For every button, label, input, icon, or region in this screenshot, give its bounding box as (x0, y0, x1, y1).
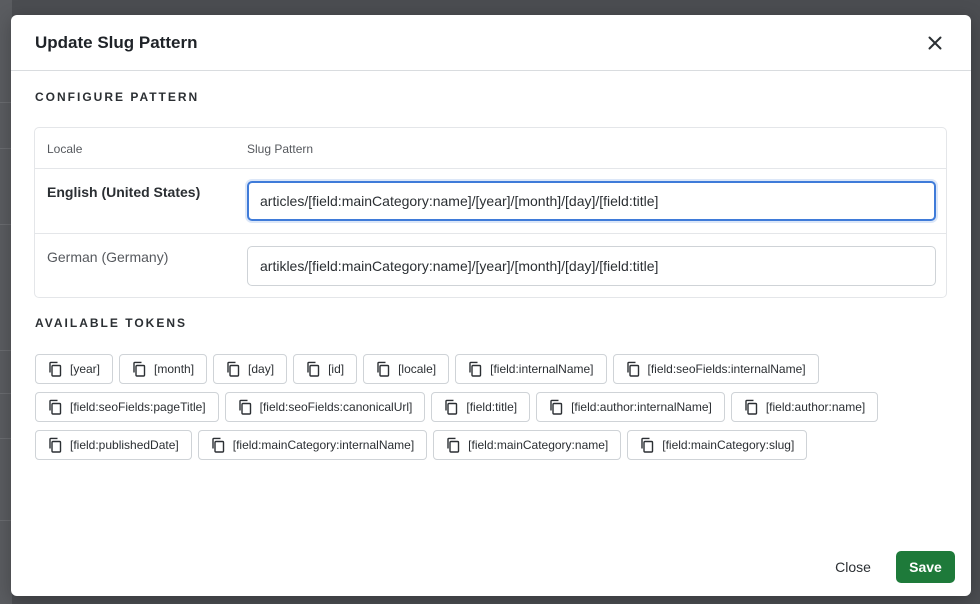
token-button[interactable]: [field:publishedDate] (35, 430, 192, 460)
token-label: [field:internalName] (490, 362, 594, 376)
copy-icon (225, 361, 241, 377)
token-label: [id] (328, 362, 345, 376)
copy-icon (237, 399, 253, 415)
close-button[interactable]: Close (823, 551, 883, 583)
token-button[interactable]: [year] (35, 354, 114, 384)
column-header-locale: Locale (47, 142, 83, 156)
token-button[interactable]: [month] (119, 354, 208, 384)
copy-icon (743, 399, 759, 415)
token-button[interactable]: [field:mainCategory:slug] (627, 430, 808, 460)
available-tokens-heading: AVAILABLE TOKENS (35, 316, 188, 330)
copy-icon (639, 437, 655, 453)
token-label: [month] (154, 362, 195, 376)
copy-icon (305, 361, 321, 377)
slug-pattern-table: Locale Slug Pattern English (United Stat… (34, 127, 947, 298)
token-label: [field:mainCategory:name] (468, 438, 609, 452)
copy-icon (210, 437, 226, 453)
copy-icon (47, 399, 63, 415)
token-label: [field:mainCategory:slug] (662, 438, 795, 452)
token-button[interactable]: [field:seoFields:canonicalUrl] (224, 392, 426, 422)
token-button[interactable]: [field:internalName] (455, 354, 607, 384)
token-label: [field:title] (466, 400, 518, 414)
token-button[interactable]: [field:author:name] (730, 392, 879, 422)
copy-icon (467, 361, 483, 377)
slug-pattern-input-en-us[interactable] (247, 181, 936, 221)
token-button[interactable]: [field:seoFields:internalName] (612, 354, 819, 384)
token-label: [field:seoFields:pageTitle] (70, 400, 206, 414)
copy-icon (131, 361, 147, 377)
token-button[interactable]: [field:seoFields:pageTitle] (35, 392, 219, 422)
copy-icon (47, 437, 63, 453)
copy-icon (625, 361, 641, 377)
token-label: [field:mainCategory:internalName] (232, 438, 415, 452)
copy-icon (375, 361, 391, 377)
token-label: [field:publishedDate] (70, 438, 179, 452)
token-button[interactable]: [field:mainCategory:internalName] (197, 430, 428, 460)
token-label: [locale] (398, 362, 437, 376)
copy-icon (443, 399, 459, 415)
token-label: [day] (248, 362, 275, 376)
token-button[interactable]: [field:title] (431, 392, 531, 422)
token-button[interactable]: [day] (213, 354, 288, 384)
table-row: German (Germany) (35, 233, 946, 298)
locale-label-de-de: German (Germany) (47, 249, 169, 265)
token-button[interactable]: [field:author:internalName] (536, 392, 725, 422)
slug-pattern-input-de-de[interactable] (247, 246, 936, 286)
token-button[interactable]: [field:mainCategory:name] (433, 430, 622, 460)
save-button[interactable]: Save (896, 551, 955, 583)
locale-label-en-us: English (United States) (47, 184, 201, 200)
token-button[interactable]: [locale] (363, 354, 450, 384)
modal-header: Update Slug Pattern (11, 15, 971, 71)
token-label: [field:author:name] (765, 400, 866, 414)
close-icon[interactable] (923, 31, 947, 55)
token-label: [field:seoFields:canonicalUrl] (259, 400, 413, 414)
token-label: [year] (70, 362, 101, 376)
table-row: English (United States) (35, 169, 946, 233)
token-list: [year] [month] [day] [id] [locale] [field:int… (35, 354, 935, 460)
token-label: [field:seoFields:internalName] (647, 362, 806, 376)
token-button[interactable]: [id] (293, 354, 358, 384)
copy-icon (548, 399, 564, 415)
copy-icon (47, 361, 63, 377)
modal-title: Update Slug Pattern (35, 32, 198, 52)
configure-pattern-heading: CONFIGURE PATTERN (35, 90, 200, 104)
table-header: Locale Slug Pattern (35, 128, 946, 169)
token-label: [field:author:internalName] (571, 400, 712, 414)
copy-icon (445, 437, 461, 453)
column-header-slug-pattern: Slug Pattern (247, 142, 314, 156)
update-slug-pattern-modal: Update Slug Pattern CONFIGURE PATTERN Lo… (11, 15, 971, 596)
